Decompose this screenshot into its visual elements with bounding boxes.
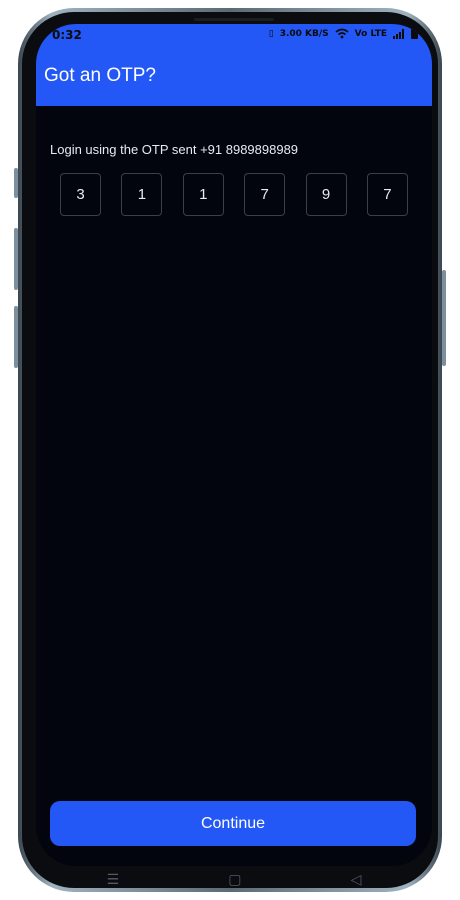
status-bar: 0:32 ▯ 3.00 KB/S Vo LTE <box>36 24 432 48</box>
otp-input-row: 3 1 1 7 9 7 <box>60 173 408 216</box>
back-icon[interactable]: ◁ <box>351 872 362 888</box>
menu-icon[interactable]: ☰ <box>107 872 120 888</box>
otp-digit-1[interactable]: 3 <box>60 173 101 216</box>
side-button-volume-up <box>14 228 18 290</box>
system-nav-bar: ☰ ▢ ◁ <box>52 870 416 890</box>
status-time: 0:32 <box>52 28 82 42</box>
continue-button[interactable]: Continue <box>50 801 416 846</box>
volte-badge: Vo LTE <box>354 28 387 39</box>
signal-icon <box>393 28 404 39</box>
speaker-grille <box>194 18 274 21</box>
phone-frame: 0:32 ▯ 3.00 KB/S Vo LTE Got an OTP? Logi… <box>14 8 446 892</box>
battery-icon <box>411 28 418 39</box>
side-button-volume-down <box>14 306 18 368</box>
wifi-icon <box>335 28 349 39</box>
side-button-top <box>14 168 18 198</box>
otp-digit-3[interactable]: 1 <box>182 173 224 216</box>
status-icons: ▯ 3.00 KB/S Vo LTE <box>269 28 418 39</box>
otp-digit-2[interactable]: 1 <box>121 173 163 216</box>
app-bar: Got an OTP? <box>36 48 432 106</box>
otp-prompt: Login using the OTP sent +91 8989898989 <box>50 142 299 157</box>
otp-digit-4[interactable]: 7 <box>244 173 286 216</box>
network-speed: 3.00 KB/S <box>279 28 329 39</box>
screen: 0:32 ▯ 3.00 KB/S Vo LTE Got an OTP? Logi… <box>36 24 432 866</box>
side-button-power <box>442 270 446 366</box>
otp-digit-5[interactable]: 9 <box>305 173 347 216</box>
vibrate-icon: ▯ <box>268 28 274 39</box>
otp-digit-6[interactable]: 7 <box>366 173 408 216</box>
phone-bezel: 0:32 ▯ 3.00 KB/S Vo LTE Got an OTP? Logi… <box>22 12 438 888</box>
page-title: Got an OTP? <box>44 65 156 86</box>
home-icon[interactable]: ▢ <box>228 872 241 888</box>
